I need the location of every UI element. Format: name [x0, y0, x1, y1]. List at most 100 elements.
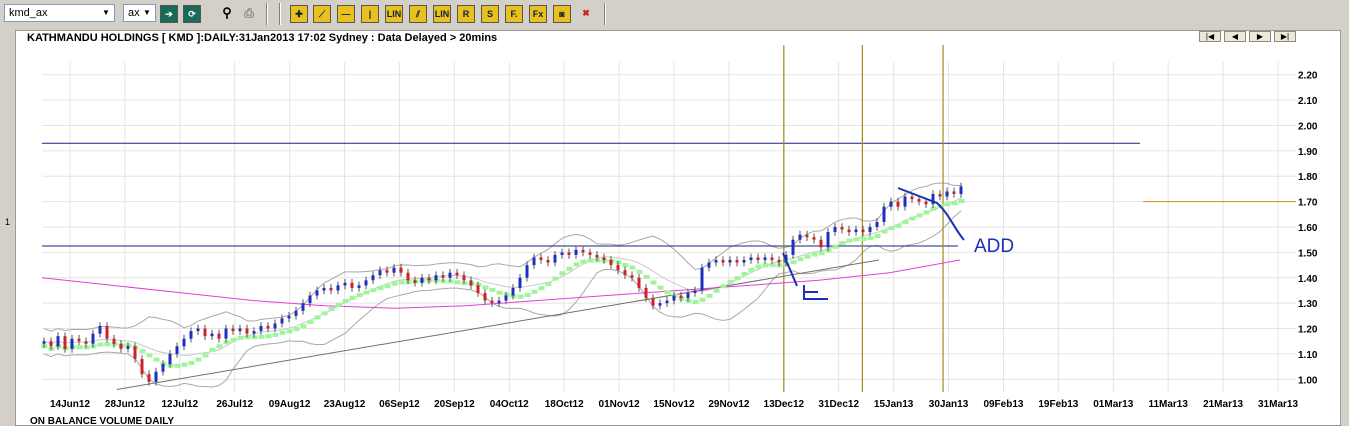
signal-dot [566, 266, 573, 271]
signal-dot [349, 295, 356, 300]
candle-body [518, 277, 522, 288]
signal-dot [188, 360, 195, 365]
candle-body [308, 295, 312, 304]
candle-body [483, 293, 487, 301]
candle-body [637, 277, 641, 288]
x-tick-label: 20Sep12 [434, 399, 475, 410]
candle-body [672, 295, 676, 301]
candle-body [175, 346, 179, 354]
y-tick-label: 1.60 [1298, 223, 1318, 234]
x-tick-label: 26Jul12 [216, 399, 253, 410]
signal-dot [909, 216, 916, 221]
signal-dot [489, 287, 496, 292]
candle-body [147, 374, 151, 382]
signal-dot [272, 333, 279, 338]
signal-dot [706, 293, 713, 298]
candle-body [490, 300, 494, 304]
candle-body [917, 199, 921, 202]
candle-body [791, 239, 795, 255]
signal-dot [258, 335, 265, 339]
signal-dot [230, 337, 237, 342]
candle-body [224, 328, 228, 339]
signal-dot [146, 353, 153, 358]
candle-body [525, 265, 529, 278]
candle-body [364, 280, 368, 286]
x-tick-label: 11Mar13 [1148, 399, 1188, 410]
y-tick-label: 1.10 [1298, 350, 1318, 361]
candle-body [273, 323, 277, 329]
signal-dot [923, 210, 930, 215]
candle-body [140, 359, 144, 375]
signal-dot [832, 244, 839, 249]
signal-dot [734, 276, 741, 281]
signal-dot [944, 202, 951, 207]
candle-body [497, 300, 501, 304]
candle-body [693, 290, 697, 293]
signal-dot [839, 241, 846, 246]
candle-body [427, 277, 431, 281]
signal-dot [559, 271, 566, 276]
signal-dot [874, 234, 881, 239]
signal-dot [580, 259, 587, 264]
y-tick-label: 1.00 [1298, 375, 1318, 386]
signal-dot [216, 344, 223, 349]
candle-body [714, 260, 718, 263]
signal-dot [818, 251, 825, 256]
candle-body [609, 260, 613, 266]
candle-body [210, 333, 214, 337]
signal-dot [174, 363, 181, 368]
signal-dot [482, 285, 489, 290]
x-tick-label: 28Jun12 [105, 399, 145, 410]
candle-body [700, 267, 704, 291]
x-tick-label: 19Feb13 [1038, 399, 1078, 410]
signal-dot [958, 199, 965, 204]
signal-dot [895, 223, 902, 228]
candle-body [665, 300, 669, 304]
candle-body [896, 201, 900, 207]
y-axis: 1.00 1.10 1.20 1.30 1.40 1.50 1.60 1.70 1.80 1.90… [1298, 71, 1318, 387]
candle-body [728, 260, 732, 263]
candle-body [749, 257, 753, 260]
candle-body [651, 298, 655, 306]
signal-dot [636, 269, 643, 274]
candle-body [924, 201, 928, 205]
signal-dot [629, 265, 636, 270]
signal-dot [153, 357, 160, 362]
candle-body [455, 272, 459, 276]
candle-body [679, 295, 683, 299]
candle-body [182, 338, 186, 347]
candle-body [42, 341, 46, 344]
x-tick-label: 01Mar13 [1093, 399, 1133, 410]
signal-dot [181, 362, 188, 367]
candle-body [735, 260, 739, 263]
signal-dot [657, 285, 664, 290]
signal-dot [139, 349, 146, 354]
candle-body [126, 346, 130, 349]
candle-body [903, 196, 907, 207]
candle-body [441, 275, 445, 278]
candle-body [238, 328, 242, 332]
signal-dot [454, 280, 461, 285]
x-tick-label: 09Feb13 [983, 399, 1023, 410]
signal-dot [811, 252, 818, 257]
y-tick-label: 1.50 [1298, 248, 1318, 259]
signal-dot [384, 284, 391, 289]
candle-body [329, 287, 333, 291]
signal-dot [860, 237, 867, 242]
candle-body [658, 303, 662, 306]
candle-body [952, 191, 956, 194]
signal-dot [363, 290, 370, 295]
candle-body [763, 257, 767, 260]
signal-dot [552, 276, 559, 281]
signal-dot [195, 357, 202, 362]
candle-body [105, 326, 109, 339]
signal-dot [951, 201, 958, 206]
signal-dot [853, 237, 860, 242]
signal-dot [713, 288, 720, 293]
candle-body [539, 257, 543, 260]
candle-body [168, 353, 172, 365]
signal-dot [797, 257, 804, 262]
candle-body [56, 336, 60, 347]
candle-body [875, 221, 879, 227]
candle-body [350, 282, 354, 288]
